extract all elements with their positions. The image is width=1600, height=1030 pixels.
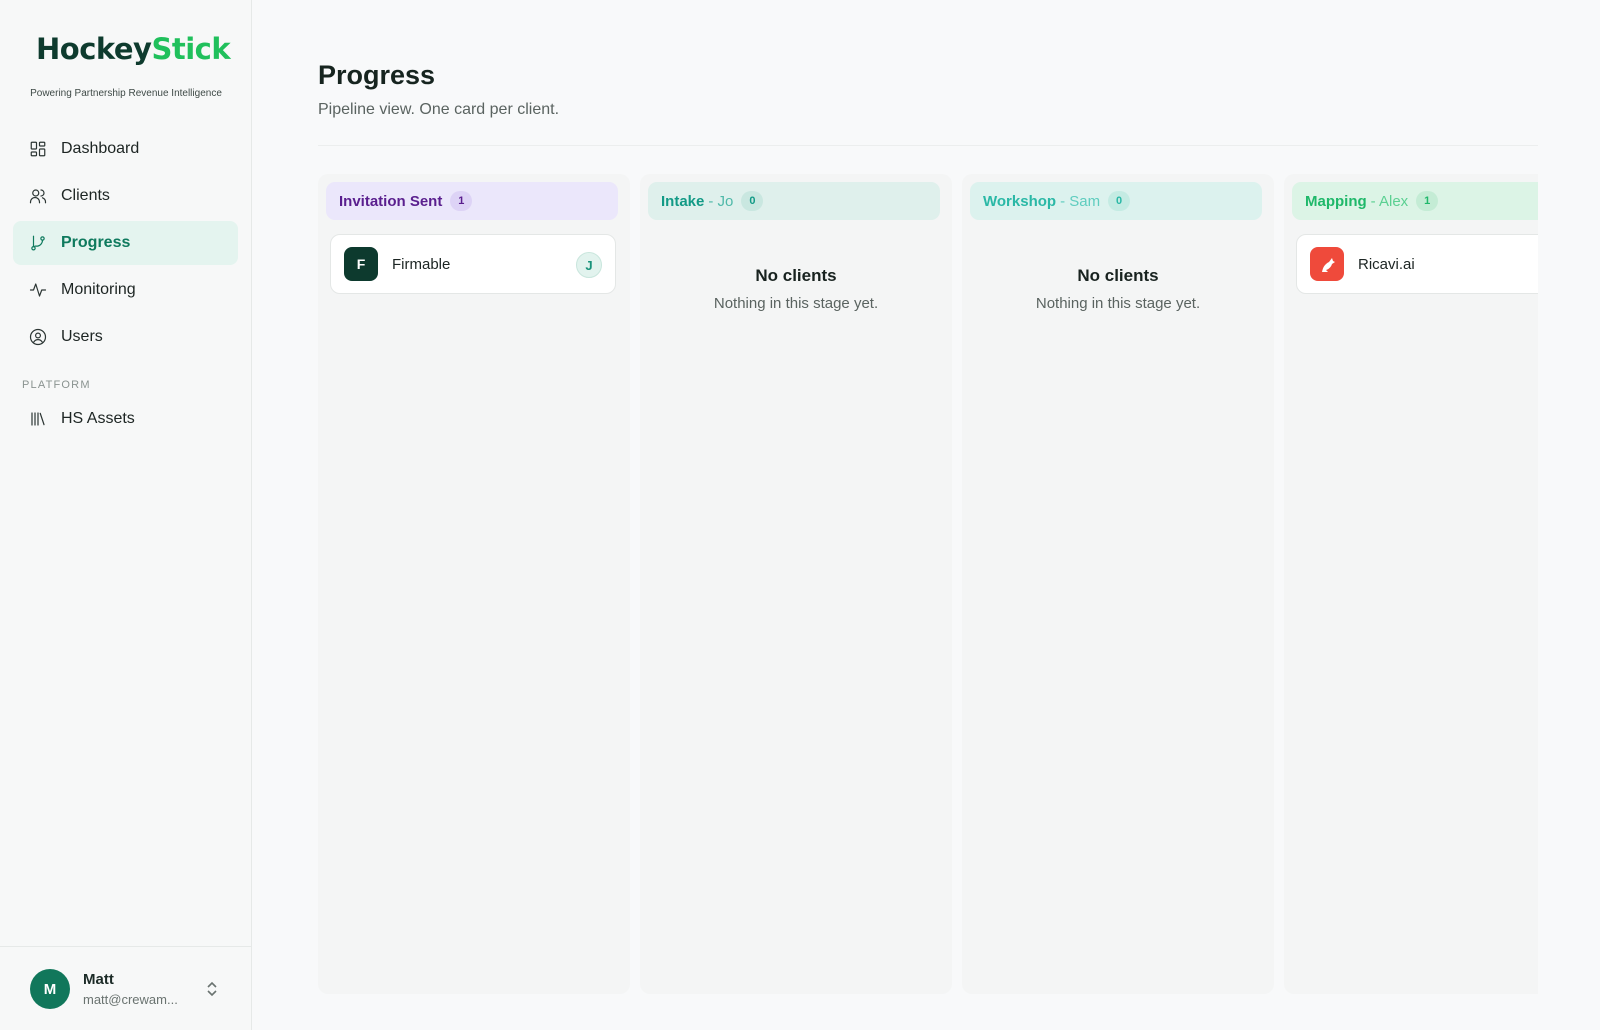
users-icon [28,186,48,206]
sidebar-item-label: Dashboard [61,140,140,157]
sidebar-item-users[interactable]: Users [13,315,238,359]
client-name: Firmable [392,255,451,273]
column-workshop: Workshop - Sam 0 No clients Nothing in t… [962,174,1274,994]
tagline: Powering Partnership Revenue Intelligenc… [30,88,222,99]
client-card-ricavi[interactable]: Ricavi.ai [1296,234,1538,294]
library-icon [28,409,48,429]
logo-text-stick: Stick [151,32,231,66]
column-count-badge: 0 [741,191,764,211]
column-count-badge: 0 [1108,191,1131,211]
ricavi-logo-icon [1310,247,1344,281]
sidebar-item-label: Monitoring [61,281,136,298]
sidebar-item-hs-assets[interactable]: HS Assets [13,397,238,441]
column-count-badge: 1 [1416,191,1439,211]
chevron-up-down-icon[interactable] [205,980,219,998]
sidebar-item-label: Progress [61,234,131,251]
column-intake: Intake - Jo 0 No clients Nothing in this… [640,174,952,994]
column-count-badge: 1 [450,191,473,211]
hockeystick-logo[interactable]: HockeyStick [36,32,231,66]
empty-state-title: No clients [755,266,837,285]
empty-state-title: No clients [1077,266,1159,285]
section-label-platform: PLATFORM [22,379,91,391]
column-title: Mapping [1305,192,1367,210]
sidebar: HockeyStick Powering Partnership Revenue… [0,0,252,1030]
column-mapping: Mapping - Alex 1 Ricavi.ai [1284,174,1538,994]
empty-state-subtitle: Nothing in this stage yet. [713,295,879,312]
client-name: Ricavi.ai [1358,255,1415,273]
activity-icon [28,280,48,300]
column-owner: - Jo [708,192,734,210]
column-title: Workshop [983,192,1057,210]
assignee-avatar: J [576,252,602,278]
avatar: M [30,969,70,1009]
user-menu[interactable]: M Matt matt@crewam... [0,946,251,1030]
sidebar-item-clients[interactable]: Clients [13,174,238,218]
column-header: Workshop - Sam 0 [970,182,1262,220]
dashboard-icon [28,139,48,159]
page-title: Progress [318,60,436,90]
column-owner: - Sam [1060,192,1101,210]
empty-state-subtitle: Nothing in this stage yet. [1035,295,1201,312]
user-circle-icon [28,327,48,347]
page-subtitle: Pipeline view. One card per client. [318,101,560,118]
logo-text-hockey: Hockey [36,32,152,66]
divider [318,145,1538,146]
column-owner: - Alex [1370,192,1409,210]
column-title: Invitation Sent [339,192,443,210]
sidebar-item-label: Users [61,328,103,345]
main-content: Progress Pipeline view. One card per cli… [252,0,1600,1030]
sidebar-item-monitoring[interactable]: Monitoring [13,268,238,312]
column-header: Intake - Jo 0 [648,182,940,220]
column-header: Mapping - Alex 1 [1292,182,1538,220]
user-name: Matt [83,971,114,988]
kanban-board: Invitation Sent 1 F Firmable J Intake - … [318,174,1538,994]
client-logo: F [344,247,378,281]
column-title: Intake [661,192,705,210]
sidebar-item-progress[interactable]: Progress [13,221,238,265]
column-invitation-sent: Invitation Sent 1 F Firmable J [318,174,630,994]
column-header: Invitation Sent 1 [326,182,618,220]
sidebar-item-dashboard[interactable]: Dashboard [13,127,238,171]
git-branch-icon [28,233,48,253]
user-email: matt@crewam... [83,992,178,1007]
sidebar-item-label: Clients [61,187,110,204]
client-card-firmable[interactable]: F Firmable J [330,234,616,294]
sidebar-item-label: HS Assets [61,410,135,427]
